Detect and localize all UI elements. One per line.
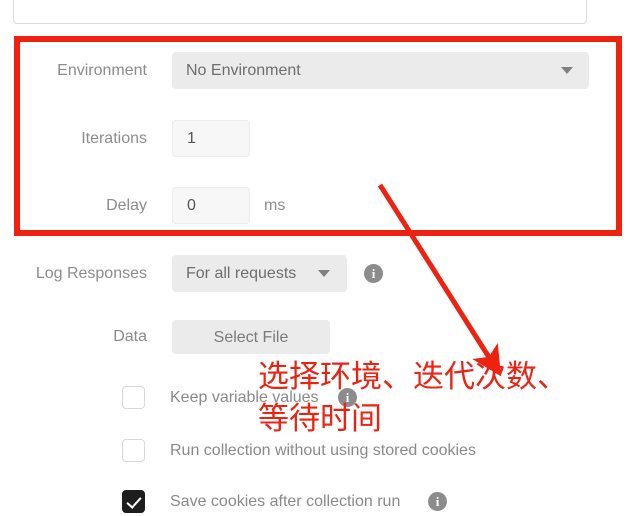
keep-variable-values-checkbox[interactable]: [122, 386, 145, 409]
keep-variable-values-row[interactable]: Keep variable values i: [0, 386, 630, 412]
collection-name-input[interactable]: [13, 0, 587, 24]
iterations-input[interactable]: [172, 120, 250, 157]
save-cookies-label: Save cookies after collection run: [170, 493, 401, 510]
select-file-button[interactable]: Select File: [172, 320, 330, 354]
data-label: Data: [113, 328, 147, 345]
delay-unit-label: ms: [264, 197, 286, 214]
info-icon[interactable]: i: [364, 264, 383, 283]
save-cookies-row[interactable]: Save cookies after collection run i: [0, 490, 630, 516]
data-row: Data Select File: [0, 320, 630, 358]
environment-select[interactable]: No Environment: [172, 52, 589, 89]
runner-settings-panel: Environment No Environment Iterations De…: [0, 0, 630, 515]
keep-variable-values-label: Keep variable values: [170, 389, 319, 406]
info-icon[interactable]: i: [428, 492, 447, 511]
chevron-down-icon: [561, 67, 573, 74]
delay-input[interactable]: [172, 187, 250, 224]
iterations-row: Iterations: [0, 120, 630, 158]
log-responses-label: Log Responses: [35, 265, 147, 282]
delay-row: Delay ms: [0, 187, 630, 225]
environment-select-value: No Environment: [186, 62, 301, 79]
environment-label: Environment: [57, 62, 147, 79]
delay-label: Delay: [106, 197, 147, 214]
log-responses-select-value: For all requests: [186, 265, 297, 282]
log-responses-row: Log Responses For all requests i: [0, 255, 630, 293]
iterations-label: Iterations: [81, 130, 147, 147]
run-without-cookies-label: Run collection without using stored cook…: [170, 442, 476, 459]
run-without-cookies-row[interactable]: Run collection without using stored cook…: [0, 439, 630, 465]
chevron-down-icon: [318, 270, 330, 277]
info-icon[interactable]: i: [338, 388, 357, 407]
save-cookies-checkbox[interactable]: [122, 490, 145, 513]
environment-row: Environment No Environment: [0, 52, 630, 90]
run-without-cookies-checkbox[interactable]: [122, 439, 145, 462]
log-responses-select[interactable]: For all requests: [172, 255, 347, 292]
